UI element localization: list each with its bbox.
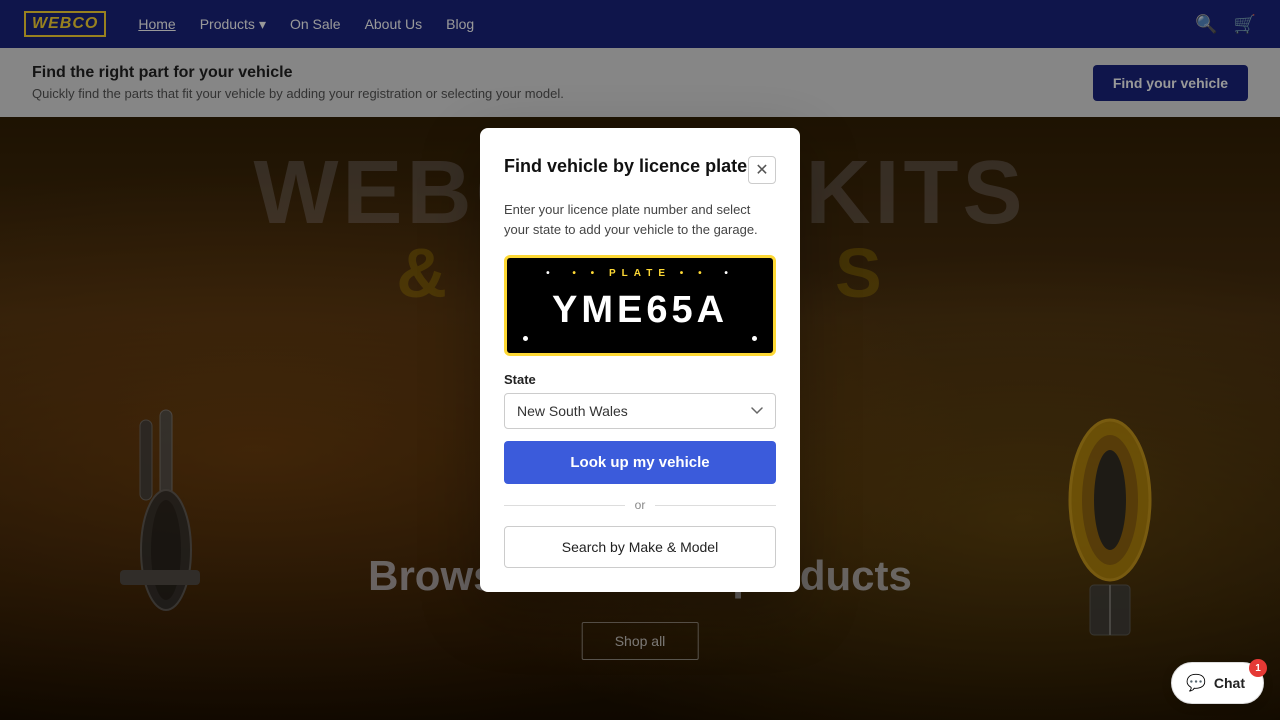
vehicle-lookup-modal: Find vehicle by licence plate ✕ Enter yo… [480,128,800,592]
plate-dot-right: • • [680,268,708,279]
modal-close-button[interactable]: ✕ [748,156,776,184]
chat-icon: 💬 [1186,673,1206,693]
license-plate: • • PLATE • • YME65A [504,255,776,356]
modal-header: Find vehicle by licence plate ✕ [504,156,776,184]
state-label: State [504,372,776,387]
close-icon: ✕ [755,160,768,180]
modal-description: Enter your licence plate number and sele… [504,200,776,239]
state-select[interactable]: New South Wales Victoria Queensland Sout… [504,393,776,429]
plate-dot-bl [523,336,528,341]
modal-overlay[interactable]: Find vehicle by licence plate ✕ Enter yo… [0,0,1280,720]
chat-widget: 💬 Chat 1 [1171,662,1264,704]
divider-line-right [655,505,776,506]
divider-text: or [635,498,646,512]
chat-badge: 1 [1249,659,1267,677]
divider-line-left [504,505,625,506]
chat-label: Chat [1214,675,1245,691]
plate-corner-dots [519,336,761,341]
plate-dot-left: • • [572,268,609,279]
plate-dot-br [752,336,757,341]
chat-button[interactable]: 💬 Chat 1 [1171,662,1264,704]
search-make-model-button[interactable]: Search by Make & Model [504,526,776,568]
plate-number: YME65A [519,285,761,336]
lookup-vehicle-button[interactable]: Look up my vehicle [504,441,776,484]
divider: or [504,498,776,512]
modal-title: Find vehicle by licence plate [504,156,747,177]
plate-label: • • PLATE • • [519,268,761,279]
